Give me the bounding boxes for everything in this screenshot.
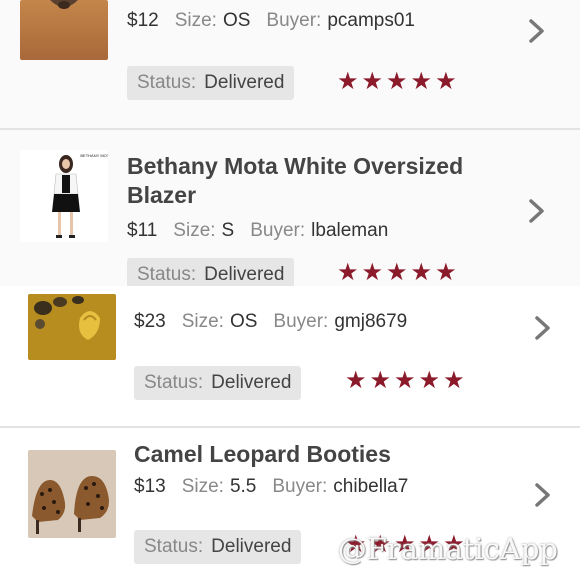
- buyer-label: Buyer:: [266, 10, 322, 31]
- list-item[interactable]: $12 Size: OS Buyer: pcamps01 Status: Delivere…: [0, 0, 580, 128]
- item-meta: $23 Size: OS Buyer: gmj8679: [134, 311, 407, 333]
- status-label: Status:: [137, 72, 197, 93]
- item-size: OS: [229, 311, 258, 332]
- size-label: Size:: [181, 476, 224, 497]
- status-label: Status:: [137, 264, 197, 285]
- status-badge: Status: Delivered: [134, 366, 302, 400]
- item-buyer: pcamps01: [327, 10, 415, 31]
- status-label: Status:: [144, 372, 204, 393]
- item-title[interactable]: Bethany Mota White Oversized Blazer: [127, 152, 507, 210]
- item-thumbnail[interactable]: [28, 450, 116, 538]
- item-price: $13: [134, 476, 166, 497]
- item-thumbnail[interactable]: BETHANY MOTA: [20, 150, 108, 242]
- item-size: S: [221, 220, 235, 241]
- item-buyer: gmj8679: [334, 311, 408, 332]
- jewelry-photo: [28, 294, 116, 360]
- buyer-label: Buyer:: [272, 476, 328, 497]
- item-thumbnail[interactable]: [20, 0, 108, 60]
- blazer-outfit-photo: BETHANY MOTA: [20, 150, 108, 242]
- item-buyer: lbaleman: [311, 220, 389, 241]
- size-label: Size:: [181, 311, 224, 332]
- watermark: @FramaticApp: [337, 532, 558, 566]
- item-price: $12: [127, 10, 159, 31]
- status-value: Delivered: [211, 372, 292, 393]
- listing-panel-bottom: $23 Size: OS Buyer: gmj8679 Status: Delivered…: [0, 286, 580, 580]
- list-item[interactable]: BETHANY MOTA Bethany Mota White Oversize…: [0, 130, 580, 286]
- size-label: Size:: [174, 10, 217, 31]
- chevron-right-icon[interactable]: [532, 482, 554, 508]
- chevron-right-icon[interactable]: [532, 315, 554, 341]
- item-meta: $13 Size: 5.5 Buyer: chibella7: [134, 476, 408, 498]
- item-size: 5.5: [229, 476, 257, 497]
- rating-stars: ★★★★★: [337, 259, 460, 286]
- item-thumbnail[interactable]: [28, 294, 116, 360]
- status-value: Delivered: [204, 264, 285, 285]
- item-title[interactable]: Camel Leopard Booties: [134, 440, 514, 469]
- item-price: $23: [134, 311, 166, 332]
- chevron-right-icon[interactable]: [526, 18, 548, 44]
- thumb-brand-text: BETHANY MOTA: [80, 153, 108, 158]
- rating-stars: ★★★★★: [345, 367, 468, 394]
- leopard-booties-photo: [28, 450, 116, 538]
- rating-stars: ★★★★★: [337, 68, 460, 95]
- chevron-right-icon[interactable]: [526, 198, 548, 224]
- buyer-label: Buyer:: [250, 220, 306, 241]
- item-price: $11: [127, 220, 158, 241]
- size-label: Size:: [173, 220, 216, 241]
- bow-accessory-photo: [20, 0, 108, 60]
- listing-panel-top: $12 Size: OS Buyer: pcamps01 Status: Delivere…: [0, 0, 580, 286]
- item-meta: $11 Size: S Buyer: lbaleman: [127, 220, 388, 242]
- list-item[interactable]: $23 Size: OS Buyer: gmj8679 Status: Delivered…: [0, 286, 580, 426]
- item-meta: $12 Size: OS Buyer: pcamps01: [127, 10, 415, 32]
- buyer-label: Buyer:: [273, 311, 329, 332]
- status-label: Status:: [144, 536, 204, 557]
- status-badge: Status: Delivered: [127, 258, 295, 286]
- status-badge: Status: Delivered: [127, 66, 295, 100]
- item-buyer: chibella7: [333, 476, 409, 497]
- status-badge: Status: Delivered: [134, 530, 302, 564]
- status-value: Delivered: [204, 72, 285, 93]
- item-size: OS: [222, 10, 251, 31]
- status-value: Delivered: [211, 536, 292, 557]
